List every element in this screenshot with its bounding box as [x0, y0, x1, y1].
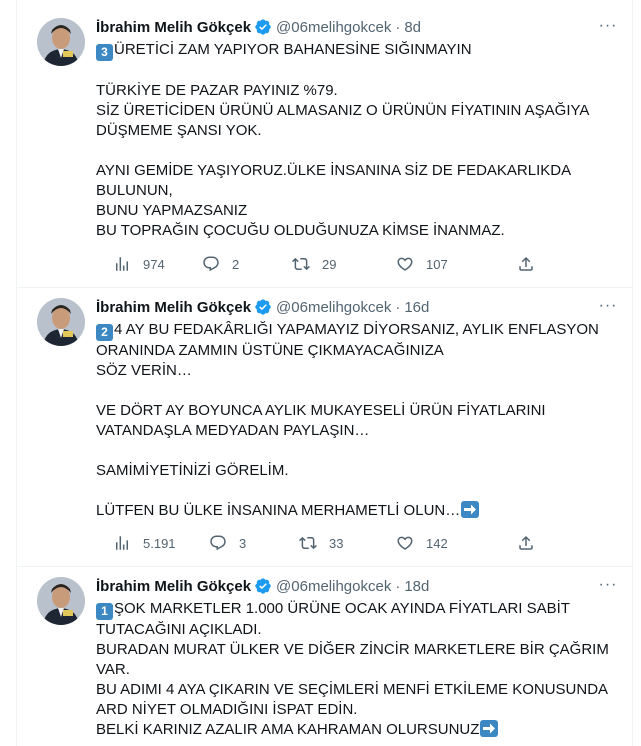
tweet-text: 3 ÜRETİCİ ZAM YAPIYOR BAHANESİNE SIĞINMAY… — [96, 40, 616, 241]
tweet-header: İbrahim Melih Gökçek @06melihgokcek · 16… — [96, 296, 429, 318]
separator-dot: · — [395, 577, 401, 595]
like-icon — [397, 257, 413, 271]
retweet-icon — [299, 536, 317, 550]
tweet-header: İbrahim Melih Gökçek @06melihgokcek · 18… — [96, 575, 429, 597]
like-icon — [397, 536, 413, 550]
views-icon — [116, 257, 128, 271]
views-count: 5.191 — [143, 535, 176, 551]
verified-badge-icon — [255, 299, 271, 315]
tweet-first-line: 4 AY BU FEDAKÂRLIĞI YAPAMAYIZ DİYORSANIZ… — [96, 321, 599, 379]
tweet-text: 1 ŞOK MARKETLER 1.000 ÜRÜNE OCAK AYINDA F… — [96, 599, 616, 740]
retweet-button[interactable]: 33 — [299, 534, 343, 552]
tweet-paragraph: SAMİMİYETİNİZİ GÖRELİM. — [96, 462, 289, 479]
verified-badge-icon — [255, 578, 271, 594]
tweet-time[interactable]: 8d — [404, 19, 421, 36]
tweet-paragraph: VE DÖRT AY BOYUNCA AYLIK MUKAYESELİ ÜRÜN… — [96, 402, 550, 439]
author-name[interactable]: İbrahim Melih Gökçek — [96, 19, 251, 36]
avatar[interactable] — [37, 298, 85, 346]
author-handle[interactable]: @06melihgokcek — [276, 19, 391, 36]
author-handle[interactable]: @06melihgokcek — [276, 578, 391, 595]
reply-icon — [210, 535, 226, 551]
avatar[interactable] — [37, 18, 85, 66]
like-count: 142 — [426, 535, 448, 551]
retweet-button[interactable]: 29 — [292, 255, 336, 273]
share-icon — [519, 535, 533, 550]
reply-button[interactable]: 3 — [209, 534, 246, 552]
more-icon[interactable]: ··· — [598, 18, 618, 40]
views-count: 974 — [143, 256, 165, 272]
tweet-time[interactable]: 16d — [404, 299, 429, 316]
retweet-count: 33 — [329, 535, 344, 551]
reply-count: 2 — [232, 256, 240, 272]
more-icon[interactable]: ··· — [598, 577, 618, 599]
tweet-actions: 5.191 3 33 142 — [96, 533, 536, 553]
tweet-first-line: ŞOK MARKETLER 1.000 ÜRÜNE OCAK AYINDA Fİ… — [96, 600, 609, 738]
views-button[interactable]: 974 — [113, 255, 165, 273]
tweet-paragraph: AYNI GEMİDE YAŞIYORUZ.ÜLKE İNSANINA SİZ … — [96, 162, 571, 239]
share-icon — [519, 256, 533, 271]
reply-button[interactable]: 2 — [202, 255, 239, 273]
tweet-header: İbrahim Melih Gökçek @06melihgokcek · 8d — [96, 16, 421, 38]
keycap-emoji: 2 — [96, 324, 113, 341]
retweet-icon — [292, 257, 310, 271]
retweet-count: 29 — [322, 256, 337, 272]
tweet[interactable]: İbrahim Melih Gökçek @06melihgokcek · 8d… — [17, 0, 632, 288]
tweet-text: 24 AY BU FEDAKÂRLIĞI YAPAMAYIZ DİYORSANI… — [96, 320, 616, 521]
arrow-right-emoji — [480, 720, 499, 737]
verified-badge-icon — [255, 19, 271, 35]
author-name[interactable]: İbrahim Melih Gökçek — [96, 299, 251, 316]
share-button[interactable] — [517, 255, 547, 273]
timeline: İbrahim Melih Gökçek @06melihgokcek · 8d… — [16, 0, 633, 746]
reply-count: 3 — [239, 535, 247, 551]
separator-dot: · — [395, 298, 401, 316]
keycap-emoji: 1 — [96, 603, 113, 620]
author-handle[interactable]: @06melihgokcek — [276, 299, 391, 316]
separator-dot: · — [395, 18, 401, 36]
more-icon[interactable]: ··· — [598, 298, 618, 320]
tweet-actions: 974 2 29 107 — [96, 254, 536, 274]
tweet[interactable]: İbrahim Melih Gökçek @06melihgokcek · 18… — [17, 566, 632, 746]
arrow-right-emoji — [461, 501, 480, 518]
author-name[interactable]: İbrahim Melih Gökçek — [96, 578, 251, 595]
keycap-emoji: 3 — [96, 44, 113, 61]
tweet-paragraph: TÜRKİYE DE PAZAR PAYINIZ %79. SİZ ÜRETİC… — [96, 82, 589, 139]
tweet-first-line: ÜRETİCİ ZAM YAPIYOR BAHANESİNE SIĞINMAYI… — [114, 41, 472, 58]
views-button[interactable]: 5.191 — [113, 534, 176, 552]
like-button[interactable]: 142 — [396, 534, 448, 552]
like-button[interactable]: 107 — [396, 255, 448, 273]
reply-icon — [203, 256, 219, 272]
avatar[interactable] — [37, 577, 85, 625]
tweet-paragraph: LÜTFEN BU ÜLKE İNSANINA MERHAMETLİ OLUN… — [96, 502, 461, 519]
tweet[interactable]: İbrahim Melih Gökçek @06melihgokcek · 16… — [17, 287, 632, 567]
views-icon — [116, 536, 128, 550]
tweet-time[interactable]: 18d — [404, 578, 429, 595]
share-button[interactable] — [517, 534, 547, 552]
like-count: 107 — [426, 256, 448, 272]
